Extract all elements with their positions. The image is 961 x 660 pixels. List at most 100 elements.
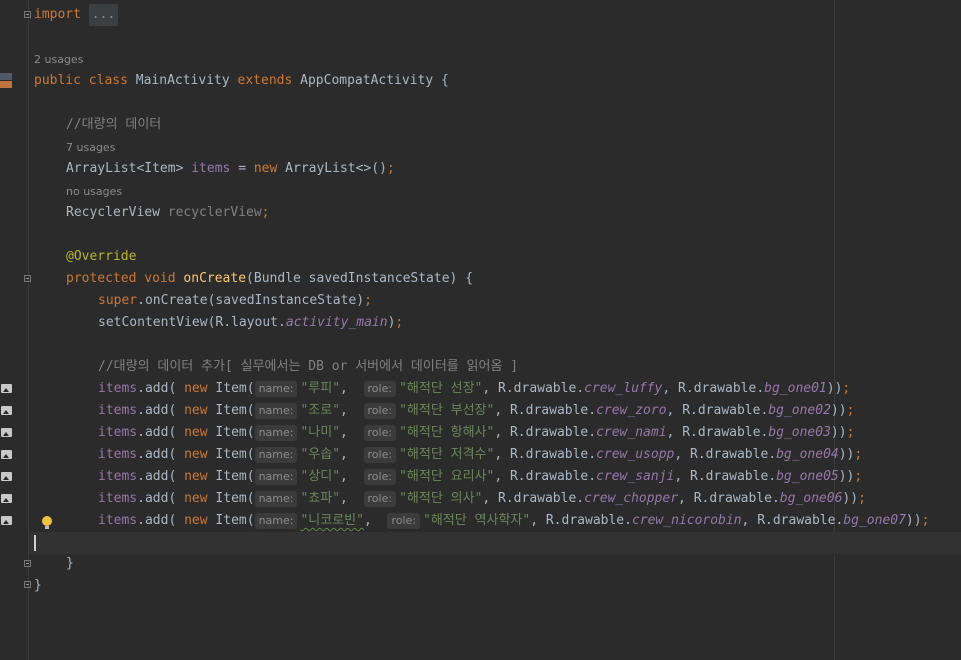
new-keyword: new (184, 513, 208, 528)
drawable-prefix: R.drawable. (690, 447, 777, 462)
drawable-prefix: R.drawable. (498, 381, 585, 396)
items-add-line[interactable]: items.add( new Item(name: "나미", role: "해적단… (98, 422, 854, 444)
items-field: items (98, 469, 138, 484)
image-preview-icon[interactable] (1, 472, 12, 481)
rv-usages-hint[interactable]: no usages (66, 185, 122, 198)
items-add-line[interactable]: items.add( new Item(name: "상디", role: "해적단… (98, 466, 862, 488)
item-constructor: Item( (207, 491, 255, 506)
item-constructor: Item( (207, 469, 255, 484)
crew-role-string: "해적단 요리사" (399, 469, 495, 484)
import-fold-button[interactable]: ... (88, 4, 119, 26)
item-constructor: Item( (207, 425, 255, 440)
void-keyword: void (144, 271, 176, 286)
param-hint-role: role: (363, 469, 397, 485)
crew-role-string: "해적단 역사학자" (423, 513, 531, 528)
crew-role-string: "해적단 선장" (399, 381, 483, 396)
crew-drawable: crew_nami (596, 425, 667, 440)
protected-keyword: protected (66, 271, 137, 286)
items-add-line[interactable]: items.add( new Item(name: "니코로빈", role: "해… (98, 510, 929, 532)
lightbulb-icon[interactable] (42, 516, 52, 529)
items-add-line[interactable]: items.add( new Item(name: "조로", role: "해적단… (98, 400, 854, 422)
items-add-line[interactable]: items.add( new Item(name: "루피", role: "해적단… (98, 378, 850, 400)
add-call: .add( (137, 425, 185, 440)
super-call[interactable]: super.onCreate(savedInstanceState); (98, 290, 372, 312)
class-usages-hint[interactable]: 2 usages (34, 53, 83, 66)
field-name: recyclerView (167, 205, 262, 220)
fold-class-end-icon[interactable] (24, 581, 31, 588)
image-preview-icon[interactable] (1, 384, 12, 393)
image-preview-icon[interactable] (1, 406, 12, 415)
image-preview-icon[interactable] (1, 428, 12, 437)
crew-name-string: "상디" (300, 469, 341, 484)
param-hint-role: role: (363, 425, 397, 441)
items-field: items (98, 447, 138, 462)
semicolon: ; (854, 447, 863, 462)
method-name: onCreate (183, 271, 247, 286)
setcontentview-call[interactable]: setContentView(R.layout.activity_main); (98, 312, 403, 334)
method-close-brace[interactable]: } (66, 553, 74, 575)
crew-name-string: "루피" (300, 381, 341, 396)
bg-drawable: bg_one01 (764, 381, 827, 396)
crew-role-string: "해적단 의사" (399, 491, 483, 506)
class-close-brace[interactable]: } (34, 575, 42, 597)
override-annotation[interactable]: @Override (66, 246, 136, 268)
class-name: MainActivity (135, 73, 230, 88)
add-call: .add( (137, 469, 185, 484)
drawable-prefix: R.drawable. (509, 403, 597, 418)
drawable-prefix: R.drawable. (693, 491, 780, 506)
current-line-highlight (29, 532, 961, 554)
item-constructor: Item( (207, 447, 255, 462)
comment-add-data[interactable]: //대량의 데이터 추가[ 실무에서는 DB or 서버에서 데이터를 읽어옴 … (98, 356, 518, 378)
items-add-line[interactable]: items.add( new Item(name: "우솝", role: "해적단… (98, 444, 862, 466)
crew-drawable: crew_usopp (596, 447, 675, 462)
crew-drawable: crew_nicorobin (631, 513, 742, 528)
add-call: .add( (137, 381, 185, 396)
crew-role-string: "해적단 부선장" (399, 403, 495, 418)
recyclerview-declaration[interactable]: RecyclerView recyclerView; (66, 202, 270, 224)
text-caret (34, 535, 36, 551)
open-brace: { (433, 73, 449, 88)
param-hint-name: name: (254, 447, 298, 463)
drawable-prefix: R.drawable. (678, 381, 765, 396)
bg-drawable: bg_one05 (776, 469, 839, 484)
items-usages-hint[interactable]: 7 usages (66, 141, 115, 154)
new-keyword: new (184, 447, 208, 462)
semicolon: ; (854, 469, 863, 484)
semicolon: ; (395, 315, 404, 330)
new-keyword: new (184, 469, 208, 484)
override-gutter-icon[interactable] (0, 73, 12, 89)
import-keyword: import (34, 7, 81, 22)
param-hint-role: role: (387, 513, 420, 529)
items-field: items (98, 381, 138, 396)
image-preview-icon[interactable] (1, 450, 12, 459)
image-preview-icon[interactable] (1, 516, 12, 525)
crew-role-string: "해적단 항해사" (399, 425, 495, 440)
bg-drawable: bg_one04 (776, 447, 839, 462)
fold-import-icon[interactable] (24, 11, 31, 18)
items-declaration[interactable]: ArrayList<Item> items = new ArrayList<>(… (66, 158, 395, 180)
new-keyword: new (184, 381, 208, 396)
type-name: RecyclerView (66, 205, 168, 220)
fold-end-icon[interactable] (24, 560, 31, 567)
type-name: ArrayList<Item> (66, 161, 192, 176)
drawable-prefix: R.drawable. (509, 447, 597, 462)
comment-data[interactable]: //대량의 데이터 (66, 114, 161, 136)
operator: = (230, 161, 254, 176)
right-margin-guide (834, 0, 835, 660)
items-add-line[interactable]: items.add( new Item(name: "쵸파", role: "해적단… (98, 488, 866, 510)
param-hint-name: name: (254, 425, 298, 441)
drawable-prefix: R.drawable. (682, 425, 769, 440)
add-call: .add( (137, 513, 185, 528)
crew-drawable: crew_luffy (584, 381, 663, 396)
drawable-prefix: R.drawable. (682, 403, 769, 418)
class-declaration[interactable]: public class MainActivity extends AppCom… (34, 70, 449, 92)
image-preview-icon[interactable] (1, 494, 12, 503)
call: setContentView(R.layout. (98, 315, 286, 330)
fold-oncreate-icon[interactable] (24, 275, 31, 282)
import-line[interactable]: import ... (34, 4, 119, 26)
call: .onCreate(savedInstanceState) (137, 293, 365, 308)
crew-drawable: crew_sanji (596, 469, 675, 484)
oncreate-declaration[interactable]: protected void onCreate(Bundle savedInst… (66, 268, 473, 290)
new-keyword: new (184, 425, 208, 440)
new-keyword: new (253, 161, 278, 176)
